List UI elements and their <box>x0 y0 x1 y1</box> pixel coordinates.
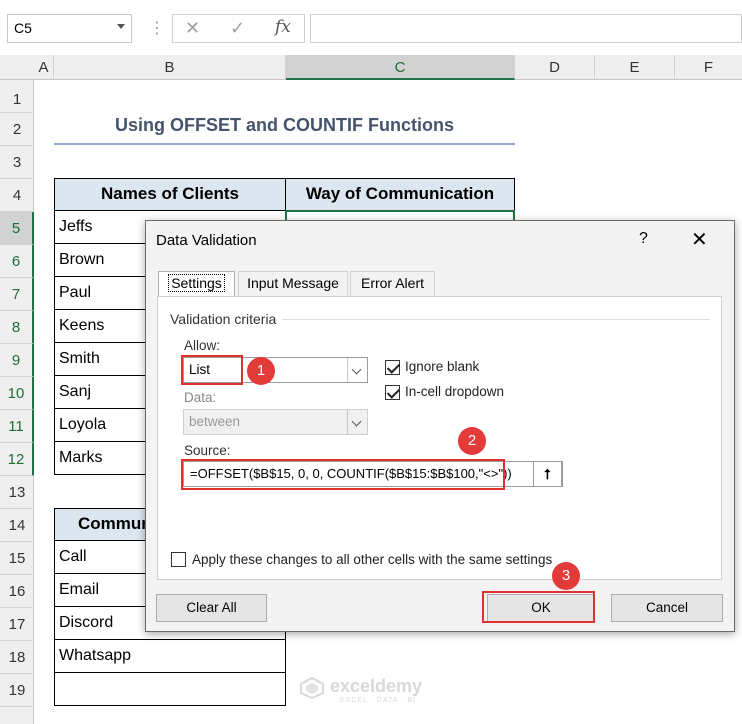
exceldemy-logo-icon <box>300 677 324 699</box>
highlight-source <box>181 459 505 490</box>
cancel-icon[interactable]: ✕ <box>185 18 200 39</box>
apply-all-checkbox[interactable] <box>171 552 186 567</box>
row-header[interactable]: 14 <box>0 509 34 542</box>
insert-function-icon[interactable]: fx <box>275 17 291 37</box>
communication-cell[interactable]: Whatsapp <box>54 639 286 673</box>
section-divider <box>282 319 710 320</box>
formula-input[interactable] <box>310 14 742 43</box>
help-icon[interactable]: ? <box>639 230 648 248</box>
row-header[interactable]: 12 <box>0 443 34 476</box>
allow-label: Allow: <box>184 338 221 353</box>
row-header[interactable]: 6 <box>0 245 34 278</box>
drag-handle-icon[interactable]: ⋮ <box>149 18 165 38</box>
data-select[interactable]: between <box>183 409 368 435</box>
header-names-of-clients[interactable]: Names of Clients <box>54 178 286 211</box>
row-header[interactable]: 5 <box>0 212 34 245</box>
in-cell-dropdown-checkbox[interactable] <box>385 385 400 400</box>
row-header[interactable]: 18 <box>0 641 34 674</box>
collapse-dialog-icon[interactable]: ⭡ <box>533 461 562 487</box>
ignore-blank-checkbox[interactable] <box>385 360 400 375</box>
data-value: between <box>189 414 241 429</box>
tab-settings-label: Settings <box>168 274 225 292</box>
tab-input-message[interactable]: Input Message <box>238 271 348 296</box>
row-header[interactable]: 4 <box>0 179 34 212</box>
row-header[interactable]: 1 <box>0 80 34 113</box>
column-header-b[interactable]: B <box>54 55 286 80</box>
watermark-text: exceldemy <box>330 676 423 696</box>
highlight-ok <box>482 591 595 623</box>
dialog-title: Data Validation <box>156 232 257 249</box>
tab-error-alert[interactable]: Error Alert <box>350 271 435 296</box>
in-cell-dropdown-label: In-cell dropdown <box>405 384 505 399</box>
step-badge: 1 <box>247 357 275 385</box>
row-headers: 1 2 3 4 5 6 7 8 9 10 11 12 13 14 15 16 1… <box>0 80 34 724</box>
column-header-e[interactable]: E <box>595 55 675 80</box>
row-header[interactable]: 2 <box>0 113 34 146</box>
chevron-down-icon[interactable] <box>347 410 367 434</box>
name-box-value: C5 <box>14 20 32 36</box>
name-box[interactable]: C5 <box>7 14 132 43</box>
apply-all-label: Apply these changes to all other cells w… <box>192 552 553 567</box>
communication-cell[interactable] <box>54 672 286 706</box>
section-label: Validation criteria <box>170 311 277 327</box>
watermark-tagline: EXCEL · DATA · BI <box>340 697 416 704</box>
sheet-title: Using OFFSET and COUNTIF Functions <box>115 115 454 135</box>
header-way-of-communication[interactable]: Way of Communication <box>285 178 515 211</box>
close-icon[interactable]: ✕ <box>691 227 708 252</box>
step-badge: 2 <box>458 427 486 455</box>
formula-buttons: ✕ ✓ fx <box>172 14 305 43</box>
data-label: Data: <box>184 390 217 405</box>
chevron-down-icon[interactable] <box>347 358 367 382</box>
row-header[interactable]: 16 <box>0 575 34 608</box>
step-badge: 3 <box>552 562 580 590</box>
source-label: Source: <box>184 443 231 458</box>
row-header[interactable]: 7 <box>0 278 34 311</box>
column-header-d[interactable]: D <box>515 55 595 80</box>
row-header[interactable]: 8 <box>0 311 34 344</box>
clear-all-button[interactable]: Clear All <box>156 594 267 622</box>
row-header[interactable]: 19 <box>0 674 34 707</box>
title-underline <box>54 143 515 145</box>
chevron-down-icon[interactable] <box>117 24 125 29</box>
column-headers: A B C D E F <box>0 55 742 80</box>
row-header[interactable]: 17 <box>0 608 34 641</box>
cancel-button[interactable]: Cancel <box>611 594 723 622</box>
column-header-a[interactable]: A <box>34 55 54 80</box>
column-header-c[interactable]: C <box>286 55 515 80</box>
row-header[interactable]: 11 <box>0 410 34 443</box>
row-header[interactable]: 9 <box>0 344 34 377</box>
row-header[interactable]: 13 <box>0 476 34 509</box>
tab-settings[interactable]: Settings <box>158 271 235 296</box>
row-header[interactable]: 10 <box>0 377 34 410</box>
row-header[interactable]: 3 <box>0 146 34 179</box>
check-icon[interactable]: ✓ <box>230 18 245 39</box>
highlight-allow-list <box>181 355 243 385</box>
ignore-blank-label: Ignore blank <box>405 359 480 374</box>
data-validation-dialog: Data Validation ? ✕ Settings Input Messa… <box>145 220 735 632</box>
column-header-f[interactable]: F <box>675 55 742 80</box>
row-header[interactable]: 15 <box>0 542 34 575</box>
formula-bar: C5 ⋮ ✕ ✓ fx <box>0 0 742 55</box>
settings-panel: Validation criteria Allow: List Data: be… <box>157 296 722 580</box>
